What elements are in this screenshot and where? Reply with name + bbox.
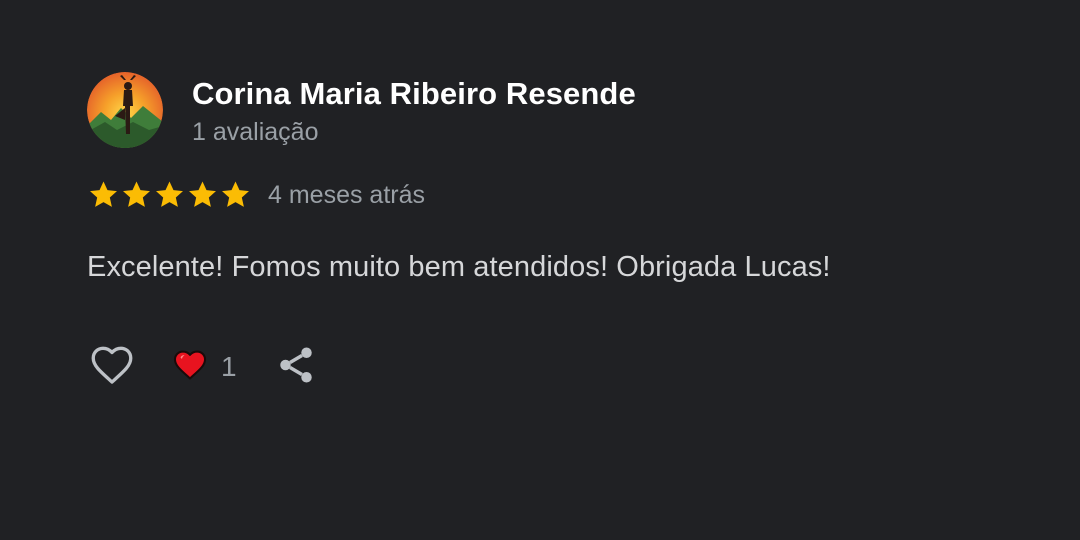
star-icon (87, 178, 120, 211)
star-icon (120, 178, 153, 211)
review-actions: 1 (87, 341, 987, 393)
reaction-button[interactable]: 1 (171, 346, 237, 389)
author-review-count: 1 avaliação (192, 118, 319, 146)
author-name[interactable]: Corina Maria Ribeiro Resende (192, 75, 636, 113)
star-icon (219, 178, 252, 211)
star-rating (87, 178, 252, 211)
reaction-count: 1 (221, 351, 237, 382)
review-text: Excelente! Fomos muito bem atendidos! Ob… (87, 251, 831, 283)
author-info: Corina Maria Ribeiro Resende 1 avaliação (192, 75, 636, 149)
avatar[interactable] (87, 72, 163, 148)
like-button[interactable] (87, 342, 137, 392)
share-icon (275, 344, 317, 391)
heart-filled-icon (171, 346, 209, 389)
heart-outline-icon (87, 340, 137, 395)
review-card: Corina Maria Ribeiro Resende 1 avaliação… (87, 72, 987, 393)
review-header: Corina Maria Ribeiro Resende 1 avaliação (87, 72, 987, 149)
rating-row: 4 meses atrás (87, 178, 987, 211)
review-date: 4 meses atrás (268, 180, 426, 209)
share-button[interactable] (275, 344, 317, 391)
star-icon (153, 178, 186, 211)
star-icon (186, 178, 219, 211)
